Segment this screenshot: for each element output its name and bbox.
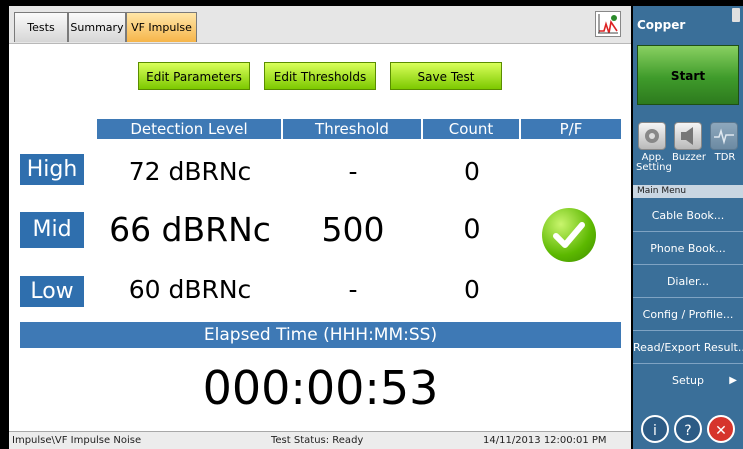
status-bar: Impulse\VF Impulse Noise Test Status: Re… (9, 431, 631, 449)
row-label-high: High (20, 154, 84, 185)
speaker-icon[interactable] (674, 122, 702, 150)
high-count-value: 0 (464, 157, 480, 186)
save-test-button[interactable]: Save Test (390, 62, 502, 90)
menu-item-cable-book[interactable]: Cable Book... (633, 200, 743, 232)
header-threshold: Threshold (283, 119, 423, 139)
pass-check-icon (542, 208, 596, 262)
tool-label-app-setting: App. Setting (636, 152, 672, 173)
tab-vf-impulse[interactable]: VF Impulse (126, 12, 197, 42)
row-label-low: Low (20, 276, 84, 307)
window-frame: Tests Summary VF Impulse Edit Parameters… (0, 0, 743, 449)
tab-bar: Tests Summary VF Impulse (9, 6, 631, 44)
wrench-icon[interactable] (638, 122, 666, 150)
tool-label-buzzer: Buzzer (672, 152, 706, 163)
header-count: Count (423, 119, 521, 139)
close-icon[interactable]: ✕ (707, 415, 735, 443)
menu-item-read-export-result[interactable]: Read/Export Result... (633, 332, 743, 364)
report-icon[interactable] (595, 11, 621, 37)
low-detection-value: 60 dBRNc (128, 275, 252, 304)
info-icon[interactable]: i (641, 415, 669, 443)
menu-item-config-profile[interactable]: Config / Profile... (633, 299, 743, 331)
header-detection-level: Detection Level (97, 119, 283, 139)
row-label-mid: Mid (20, 212, 84, 248)
status-datetime: 14/11/2013 12:00:01 PM (483, 435, 607, 446)
start-button[interactable]: Start (637, 45, 739, 105)
edit-thresholds-button[interactable]: Edit Thresholds (264, 62, 376, 90)
elapsed-time-label: Elapsed Time (HHH:MM:SS) (20, 322, 621, 348)
elapsed-time-value: 000:00:53 (202, 361, 439, 415)
menu-item-dialer[interactable]: Dialer... (633, 266, 743, 298)
main-panel: Tests Summary VF Impulse Edit Parameters… (9, 6, 631, 449)
test-status: Test Status: Ready (271, 435, 364, 446)
battery-icon (732, 8, 740, 22)
menu-item-setup[interactable]: Setup ▶ (633, 365, 743, 397)
menu-item-phone-book[interactable]: Phone Book... (633, 233, 743, 265)
edit-parameters-button[interactable]: Edit Parameters (138, 62, 250, 90)
chevron-right-icon: ▶ (729, 375, 737, 386)
mid-detection-value: 66 dBRNc (109, 210, 271, 249)
main-menu-header: Main Menu (633, 185, 743, 198)
header-pf: P/F (521, 119, 621, 139)
mid-count-value: 0 (463, 214, 481, 245)
status-path: Impulse\VF Impulse Noise (12, 435, 142, 446)
mid-threshold-value: 500 (321, 210, 385, 249)
help-icon[interactable]: ? (674, 415, 702, 443)
tab-summary[interactable]: Summary (68, 12, 126, 42)
tool-label-tdr: TDR (714, 152, 736, 163)
side-panel-title: Copper (637, 18, 686, 32)
low-threshold-value: - (348, 275, 358, 304)
side-panel: Copper Start App. Setting Buzzer TDR Mai… (633, 6, 743, 449)
high-detection-value: 72 dBRNc (128, 157, 252, 186)
tab-tests[interactable]: Tests (14, 12, 68, 42)
high-threshold-value: - (348, 157, 358, 186)
low-count-value: 0 (464, 275, 480, 304)
waveform-icon[interactable] (710, 122, 738, 150)
menu-item-setup-label: Setup (671, 374, 705, 387)
